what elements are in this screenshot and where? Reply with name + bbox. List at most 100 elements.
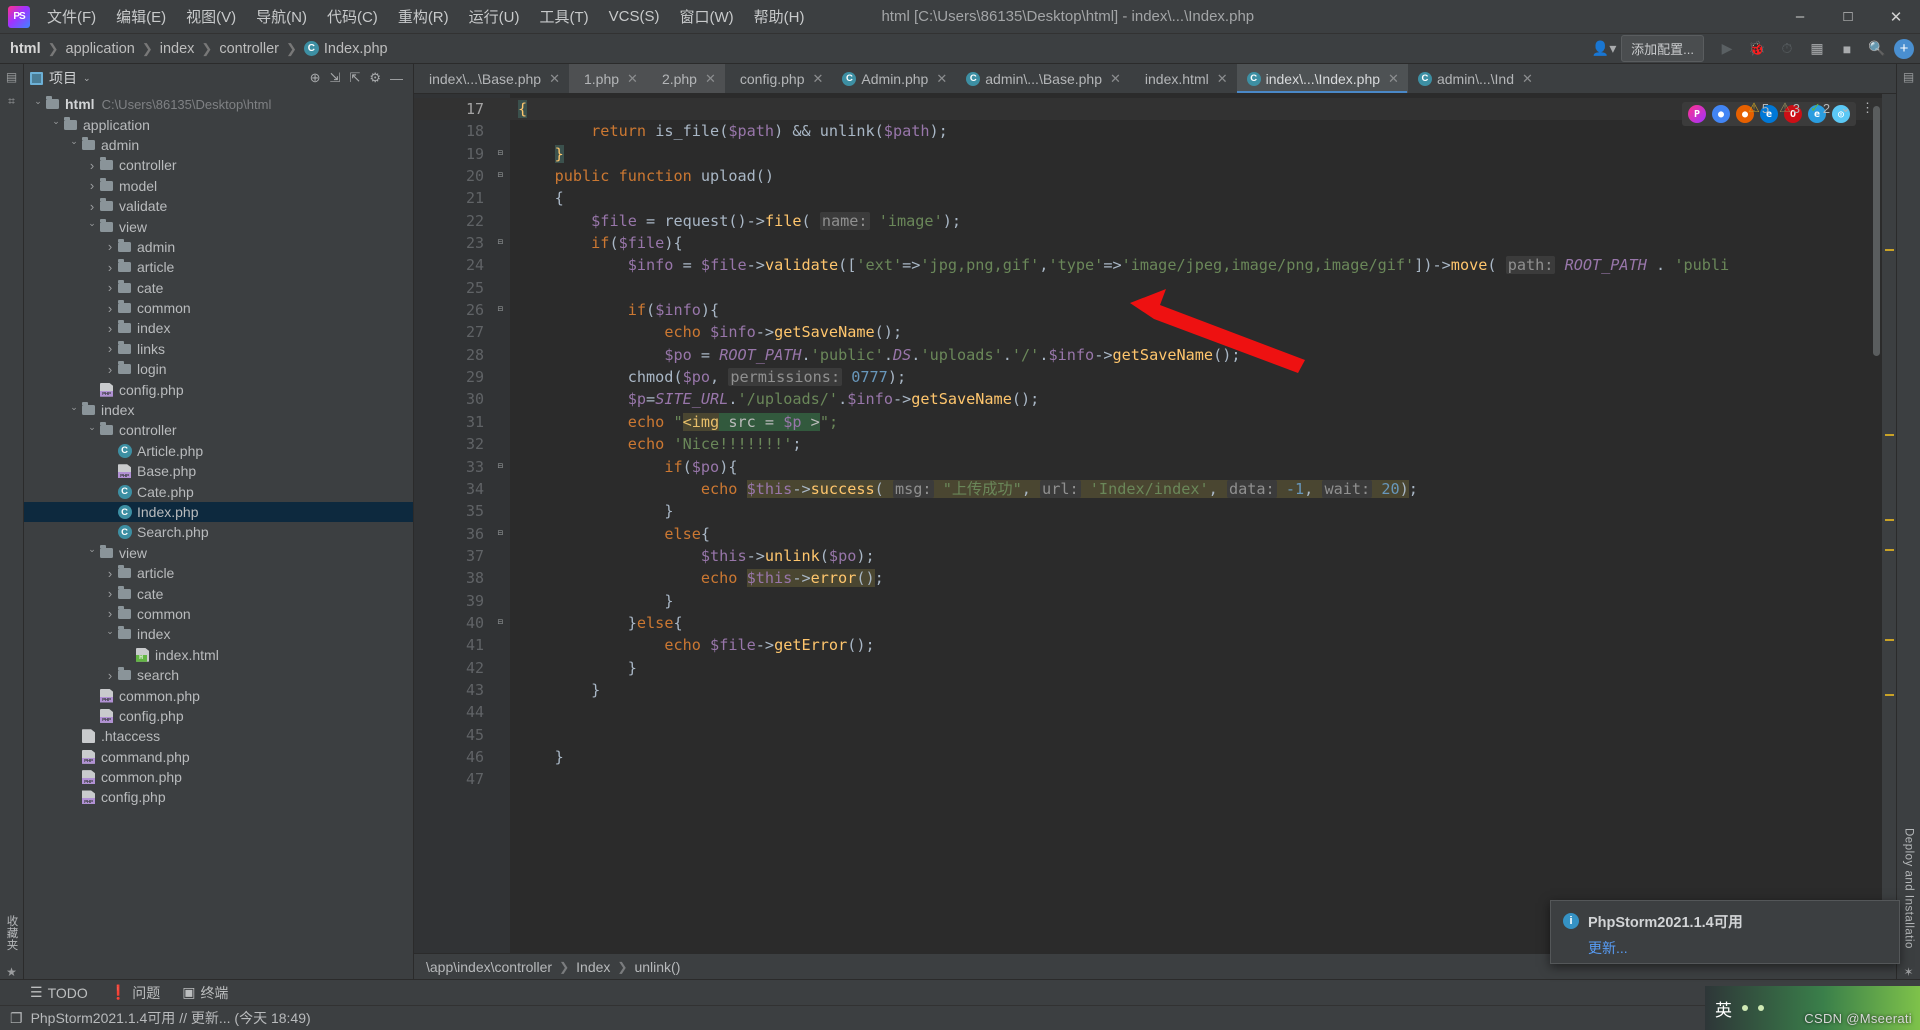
breadcrumb-class[interactable]: Index	[576, 959, 610, 975]
close-button[interactable]: ✕	[1872, 0, 1920, 34]
line-number[interactable]: 34	[414, 478, 510, 500]
tab-problems[interactable]: ❗ 问题	[110, 983, 160, 1003]
code-line[interactable]: }	[510, 590, 1882, 612]
warning-marker[interactable]	[1885, 549, 1894, 551]
line-number[interactable]: 45	[414, 724, 510, 746]
tree-item-common[interactable]: common	[24, 298, 413, 318]
line-number[interactable]: 18	[414, 120, 510, 142]
line-number[interactable]: 19⊟	[414, 143, 510, 165]
tree-item-admin[interactable]: admin	[24, 135, 413, 155]
editor-tab-2-php[interactable]: 2.php✕	[647, 64, 725, 93]
code-line[interactable]: $this->unlink($po);	[510, 545, 1882, 567]
menu-code[interactable]: 代码(C)	[318, 2, 387, 31]
tree-item-index-html[interactable]: index.html	[24, 645, 413, 665]
close-icon[interactable]: ✕	[1217, 71, 1228, 87]
tree-item-article-php[interactable]: CArticle.php	[24, 441, 413, 461]
breadcrumb-html[interactable]: html	[10, 41, 41, 57]
code-line[interactable]	[510, 701, 1882, 723]
tree-item-view[interactable]: view	[24, 543, 413, 563]
line-number[interactable]: 17	[414, 98, 510, 120]
chevron-right-icon[interactable]	[104, 260, 116, 275]
event-log-icon[interactable]: ❐	[10, 1010, 23, 1027]
main-menu[interactable]: 文件(F) 编辑(E) 视图(V) 导航(N) 代码(C) 重构(R) 运行(U…	[38, 2, 813, 31]
sidebar-item-deploy[interactable]: Deploy and Installatio	[1901, 824, 1917, 953]
line-number[interactable]: 42	[414, 657, 510, 679]
code-editor[interactable]: 171819⊟20⊟212223⊟242526⊟27282930313233⊟3…	[414, 94, 1896, 953]
code-line[interactable]: if($po){	[510, 456, 1882, 478]
expand-all-icon[interactable]: ⇲	[330, 70, 341, 86]
line-number[interactable]: 33⊟	[414, 456, 510, 478]
tab-todo[interactable]: ☰ TODO	[30, 984, 88, 1001]
code-line[interactable]: if($info){	[510, 299, 1882, 321]
line-number[interactable]: 23⊟	[414, 232, 510, 254]
chevron-right-icon[interactable]	[104, 566, 116, 581]
notification-update-link[interactable]: 更新...	[1588, 938, 1743, 958]
add-configuration-button[interactable]: 添加配置...	[1621, 35, 1704, 62]
code-line[interactable]: echo "<img src = $p >";	[510, 411, 1882, 433]
chevron-right-icon[interactable]	[86, 199, 98, 214]
code-line[interactable]: echo 'Nice!!!!!!!';	[510, 433, 1882, 455]
search-icon[interactable]: 🔍	[1864, 37, 1890, 61]
line-number[interactable]: 47	[414, 768, 510, 790]
tree-item-config-php[interactable]: config.php	[24, 379, 413, 399]
editor-tab-bar[interactable]: index\...\Base.php✕1.php✕2.php✕config.ph…	[414, 64, 1896, 94]
menu-file[interactable]: 文件(F)	[38, 2, 105, 31]
menu-run[interactable]: 运行(U)	[460, 2, 529, 31]
close-icon[interactable]: ✕	[1110, 71, 1121, 87]
database-icon[interactable]: ▤	[1903, 70, 1914, 84]
chrome-icon[interactable]: ●	[1712, 105, 1730, 123]
chevron-right-icon[interactable]	[104, 341, 116, 356]
editor-tab-index-----base-php[interactable]: index\...\Base.php✕	[414, 64, 569, 93]
fold-icon[interactable]: ⊟	[494, 239, 503, 248]
warning-marker[interactable]	[1885, 434, 1894, 436]
menu-edit[interactable]: 编辑(E)	[107, 2, 175, 31]
status-message[interactable]: PhpStorm2021.1.4可用 // 更新... (今天 18:49)	[31, 1008, 311, 1028]
fold-icon[interactable]: ⊟	[494, 306, 503, 315]
tree-item-base-php[interactable]: Base.php	[24, 461, 413, 481]
line-number[interactable]: 25	[414, 277, 510, 299]
close-icon[interactable]: ✕	[627, 71, 638, 87]
tree-item-common-php[interactable]: common.php	[24, 685, 413, 705]
code-line[interactable]: $po = ROOT_PATH.'public'.DS.'uploads'.'/…	[510, 344, 1882, 366]
line-number[interactable]: 29	[414, 366, 510, 388]
minimize-button[interactable]: –	[1776, 0, 1824, 34]
fold-icon[interactable]: ⊟	[494, 149, 503, 158]
chevron-down-icon[interactable]: ⌄	[83, 73, 91, 84]
chevron-right-icon[interactable]	[104, 606, 116, 621]
editor-tab-config-php[interactable]: config.php✕	[725, 64, 833, 93]
sidebar-item-favorites[interactable]: 收藏夹	[2, 911, 22, 955]
close-icon[interactable]: ✕	[1388, 71, 1399, 87]
tree-item-admin[interactable]: admin	[24, 237, 413, 257]
tree-item-cate[interactable]: cate	[24, 583, 413, 603]
ok-count[interactable]: ✓ 2	[1810, 100, 1830, 116]
line-number[interactable]: 41	[414, 634, 510, 656]
hide-panel-icon[interactable]: —	[390, 71, 403, 86]
line-number[interactable]: 38	[414, 567, 510, 589]
editor-tab-index-----index-php[interactable]: Cindex\...\Index.php✕	[1237, 64, 1408, 93]
chevron-right-icon[interactable]	[86, 158, 98, 173]
warning-marker[interactable]	[1885, 519, 1894, 521]
tree-item-article[interactable]: article	[24, 257, 413, 277]
debug-icon[interactable]: 🐞	[1744, 37, 1770, 61]
line-number[interactable]: 43	[414, 679, 510, 701]
code-line[interactable]: }	[510, 746, 1882, 768]
chevron-right-icon[interactable]	[86, 178, 98, 193]
maximize-button[interactable]: □	[1824, 0, 1872, 34]
chevron-right-icon[interactable]	[104, 239, 116, 254]
tree-item-index[interactable]: index	[24, 318, 413, 338]
line-number[interactable]: 35	[414, 500, 510, 522]
editor-tab-1-php[interactable]: 1.php✕	[569, 64, 647, 93]
chevron-down-icon[interactable]	[32, 99, 44, 110]
weak-warning-count[interactable]: ⚠ 3	[1779, 100, 1800, 116]
tree-item-index-php[interactable]: CIndex.php	[24, 502, 413, 522]
tree-item--htaccess[interactable]: .htaccess	[24, 726, 413, 746]
line-number[interactable]: 30	[414, 388, 510, 410]
line-number[interactable]: 36⊟	[414, 523, 510, 545]
line-number[interactable]: 32	[414, 433, 510, 455]
chevron-right-icon[interactable]	[104, 668, 116, 683]
code-line[interactable]: }	[510, 143, 1882, 165]
tree-item-cate-php[interactable]: CCate.php	[24, 481, 413, 501]
chevron-down-icon[interactable]: ⌄	[1840, 100, 1851, 116]
chevron-right-icon[interactable]	[104, 586, 116, 601]
breadcrumb-indexphp[interactable]: Index.php	[324, 41, 388, 57]
